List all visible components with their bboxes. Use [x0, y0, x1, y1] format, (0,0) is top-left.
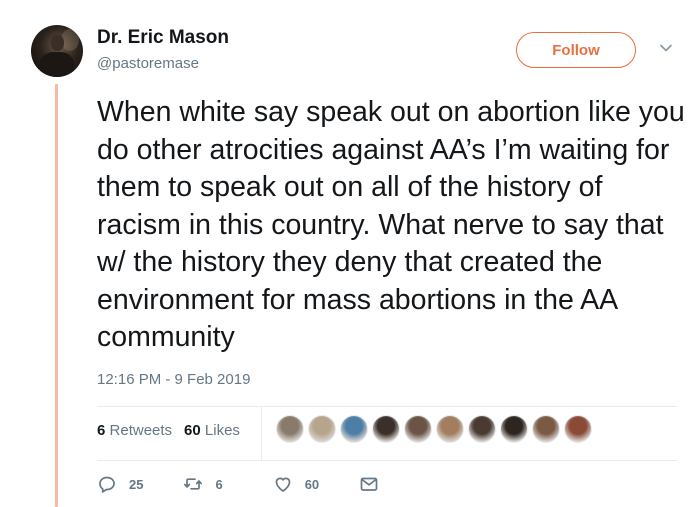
tweet-actions: 25 6 60: [97, 474, 379, 494]
liker-avatar[interactable]: [372, 415, 400, 443]
likes-stat[interactable]: 60 Likes: [184, 422, 240, 439]
reply-button[interactable]: 25: [97, 474, 143, 494]
engagement-stats: 6 Retweets 60 Likes: [97, 422, 240, 439]
divider: [97, 406, 677, 407]
liker-avatars: [276, 415, 596, 443]
heart-icon: [275, 477, 291, 492]
liker-avatar[interactable]: [500, 415, 528, 443]
liker-avatar[interactable]: [564, 415, 592, 443]
liker-avatar[interactable]: [532, 415, 560, 443]
chevron-down-icon[interactable]: [659, 41, 673, 55]
direct-message-button[interactable]: [359, 474, 379, 494]
retweet-icon: [184, 478, 203, 490]
direct-message-icon: [360, 477, 378, 491]
retweet-count: 6: [215, 476, 223, 492]
thread-line: [55, 84, 58, 507]
like-button[interactable]: 60: [273, 474, 319, 494]
avatar[interactable]: [31, 25, 83, 77]
like-count: 60: [304, 476, 320, 492]
reply-icon: [99, 476, 115, 493]
author-handle[interactable]: @pastoremase: [97, 55, 199, 72]
liker-avatar[interactable]: [468, 415, 496, 443]
retweet-button[interactable]: 6: [183, 474, 223, 494]
liker-avatar[interactable]: [404, 415, 432, 443]
liker-avatar[interactable]: [436, 415, 464, 443]
tweet-timestamp[interactable]: 12:16 PM - 9 Feb 2019: [97, 371, 250, 388]
liker-avatar[interactable]: [340, 415, 368, 443]
retweets-stat[interactable]: 6 Retweets: [97, 422, 172, 439]
divider: [97, 460, 677, 461]
follow-button[interactable]: Follow: [516, 32, 636, 68]
liker-avatar[interactable]: [276, 415, 304, 443]
author-name[interactable]: Dr. Eric Mason: [97, 27, 229, 49]
divider: [261, 407, 262, 461]
liker-avatar[interactable]: [308, 415, 336, 443]
reply-count: 25: [129, 476, 144, 492]
tweet-text: When white say speak out on abortion lik…: [97, 96, 685, 353]
